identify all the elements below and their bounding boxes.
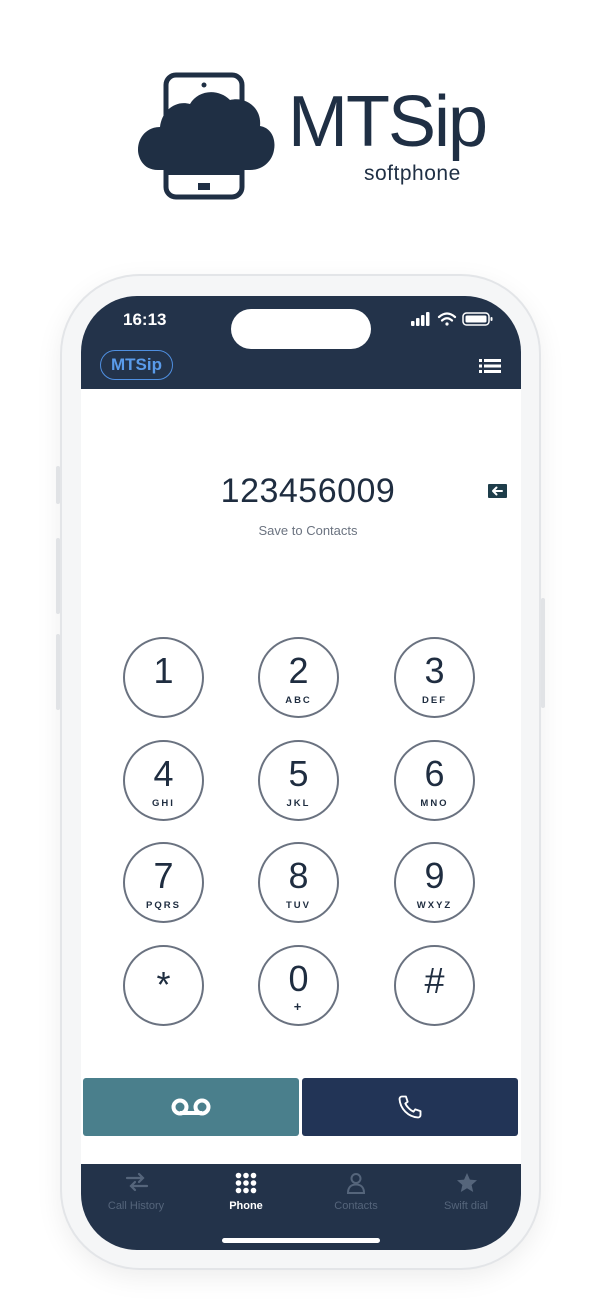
list-menu-icon[interactable] <box>479 358 501 374</box>
side-button <box>56 538 60 614</box>
key-letters: MNO <box>420 798 449 809</box>
tab-swift-dial[interactable]: Swift dial <box>411 1172 521 1217</box>
key-7[interactable]: 7 PQRS <box>123 842 204 923</box>
tab-call-history[interactable]: Call History <box>81 1172 191 1217</box>
tab-label: Contacts <box>334 1200 378 1212</box>
key-6[interactable]: 6 MNO <box>394 740 475 821</box>
backspace-icon[interactable] <box>488 484 507 498</box>
key-digit: 0 <box>288 958 309 999</box>
key-9[interactable]: 9 WXYZ <box>394 842 475 923</box>
key-digit: 1 <box>153 650 174 691</box>
key-digit: 8 <box>288 855 309 896</box>
app-screen: 16:13 MTSip 123456009 Save to Contacts 1… <box>81 296 521 1250</box>
arrows-icon <box>125 1172 149 1192</box>
key-digit: 7 <box>153 855 174 896</box>
key-digit: 9 <box>424 855 445 896</box>
app-header: 16:13 MTSip <box>81 296 521 389</box>
tab-label: Swift dial <box>443 1200 489 1212</box>
key-letters: GHI <box>152 798 175 809</box>
key-letters: + <box>293 999 304 1014</box>
key-digit: 6 <box>424 753 445 794</box>
dynamic-island <box>231 309 371 349</box>
side-button <box>56 466 60 504</box>
app-badge-button[interactable]: MTSip <box>100 350 173 380</box>
key-letters: TUV <box>286 900 311 911</box>
home-indicator <box>222 1238 380 1243</box>
key-2[interactable]: 2 ABC <box>258 637 339 718</box>
key-digit: 3 <box>424 650 445 691</box>
tab-phone[interactable]: Phone <box>191 1172 301 1217</box>
voicemail-button[interactable] <box>83 1078 299 1136</box>
keypad-icon <box>235 1172 257 1194</box>
side-button <box>56 634 60 710</box>
phone-icon <box>398 1095 422 1119</box>
key-3[interactable]: 3 DEF <box>394 637 475 718</box>
key-0[interactable]: 0 + <box>258 945 339 1026</box>
bottom-tab-bar: Call History Phone Contacts Swift dial <box>81 1164 521 1250</box>
tab-contacts[interactable]: Contacts <box>301 1172 411 1217</box>
save-to-contacts-link[interactable]: Save to Contacts <box>81 523 521 538</box>
person-icon <box>346 1173 366 1194</box>
key-digit: * <box>156 964 171 1005</box>
key-4[interactable]: 4 GHI <box>123 740 204 821</box>
key-hash[interactable]: # <box>394 945 475 1026</box>
signal-icon <box>411 312 430 326</box>
brand-subtitle: softphone <box>364 162 461 185</box>
dialed-number: 123456009 <box>220 472 396 510</box>
key-letters: DEF <box>422 695 447 706</box>
tab-label: Call History <box>107 1200 165 1212</box>
star-icon <box>457 1173 477 1192</box>
brand-logo: MTSip softphone <box>138 72 488 202</box>
key-star[interactable]: * <box>123 945 204 1026</box>
key-letters: PQRS <box>146 900 181 911</box>
key-digit: 4 <box>153 753 174 794</box>
brand-name: MTSip <box>288 82 488 162</box>
status-icons <box>411 312 493 326</box>
key-digit: # <box>424 960 445 1001</box>
key-digit: 2 <box>288 650 309 691</box>
call-button[interactable] <box>302 1078 518 1136</box>
wifi-icon <box>437 312 457 326</box>
key-letters: JKL <box>286 798 311 809</box>
key-5[interactable]: 5 JKL <box>258 740 339 821</box>
side-button <box>541 598 545 708</box>
key-8[interactable]: 8 TUV <box>258 842 339 923</box>
key-letters: WXYZ <box>416 900 453 911</box>
voicemail-icon <box>171 1098 211 1116</box>
key-1[interactable]: 1 <box>123 637 204 718</box>
key-digit: 5 <box>288 753 309 794</box>
key-letters: ABC <box>285 695 312 706</box>
cloud-phone-logo-icon <box>138 72 275 200</box>
status-time: 16:13 <box>123 310 167 329</box>
tab-label: Phone <box>229 1200 263 1212</box>
battery-icon <box>462 312 493 326</box>
